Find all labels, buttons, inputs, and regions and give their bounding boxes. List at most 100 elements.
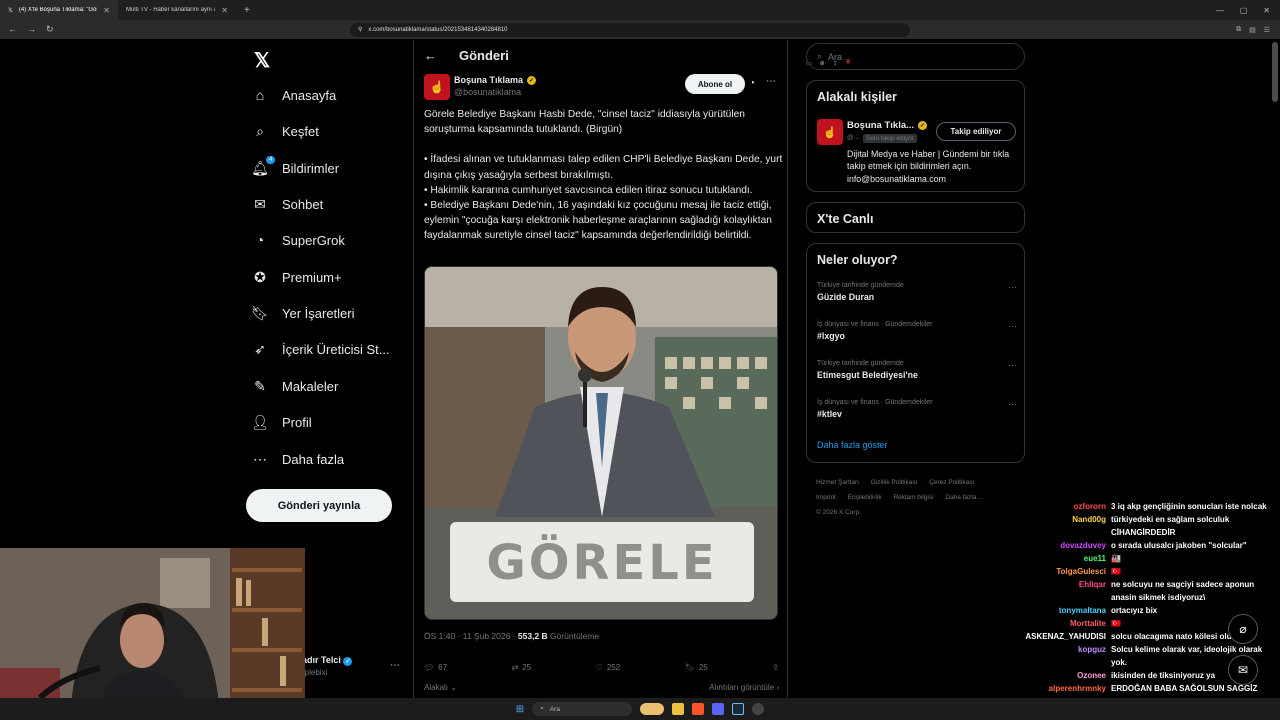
live-card[interactable]: X'te Canlı — [806, 202, 1025, 233]
tab-title: (4) X'te Boşuna Tıklama: "Görele — [18, 7, 97, 13]
chat-username: Nand00g — [1072, 515, 1106, 524]
browser-nav-bar: ← → ↻ ⚲ x.com/bosunatiklama/status/20215… — [0, 20, 1280, 67]
view-count: 553,2 B — [517, 631, 548, 641]
trend-more-icon[interactable]: ⋯ — [1008, 282, 1017, 293]
messages-floating-icon[interactable]: ✉ — [1228, 655, 1258, 685]
chat-text: ortacıyız bix — [1111, 606, 1158, 615]
footer-link[interactable]: Çerez Politikası — [929, 479, 974, 486]
chat-message: Nand00g türkiyedeki en sağlam solculuk Cİ… — [1008, 513, 1278, 539]
trend-more-icon[interactable]: ⋯ — [1008, 321, 1017, 332]
trend-item[interactable]: Türkiye tarihinde gündemde Güzide Duran … — [817, 282, 1017, 302]
podium-sign-text: GÖRELE — [486, 534, 717, 591]
footer-link[interactable]: Erişilebilirlik — [848, 494, 882, 501]
trend-more-icon[interactable]: ⋯ — [1008, 360, 1017, 371]
taskbar-search[interactable]: ⌕ Ara — [532, 702, 633, 716]
subscribe-button[interactable]: Abone ol — [685, 74, 745, 94]
menu-icon[interactable]: ☰ — [1264, 26, 1270, 34]
sidebar-item-mail[interactable]: ✉ Sohbet — [252, 196, 323, 212]
view-quotes-link[interactable]: Alıntıları görüntüle › — [709, 683, 779, 692]
back-icon[interactable]: ← — [8, 24, 17, 35]
follows-you-tag: Seni takip ediyor — [863, 134, 918, 143]
avatar[interactable]: ☝ — [424, 74, 450, 100]
sidebar-item-more[interactable]: ⋯ Daha fazla — [252, 451, 344, 467]
account-more-icon[interactable]: ⋯ — [390, 660, 400, 671]
maximize-icon[interactable]: ▢ — [1240, 6, 1248, 15]
show-more-link[interactable]: Daha fazla göster — [817, 440, 888, 450]
steam-icon[interactable] — [732, 703, 745, 715]
chat-text: ERDOĞAN BABA SAĞOLSUN SAĞGİZ — [1111, 684, 1258, 693]
sidebar-item-bell[interactable]: 🔔︎ 4 Bildirimler — [251, 156, 339, 176]
bookmark-button[interactable]: 🔖︎ 25 — [685, 663, 708, 672]
avatar[interactable]: ☝ — [817, 119, 843, 145]
obs-icon[interactable] — [752, 703, 765, 715]
browser-tab[interactable]: Multi TV - Haber kanallarını aynı anda ✕ — [118, 0, 236, 20]
footer-link[interactable]: Daha fazla ... — [945, 494, 983, 501]
minimize-icon[interactable]: — — [1216, 6, 1224, 15]
file-explorer-icon[interactable] — [672, 703, 685, 715]
related-name[interactable]: Boşuna Tıkla... ✓ — [847, 120, 928, 131]
sidebar-item-bookmark[interactable]: 🔖︎ Yer İşaretleri — [251, 305, 354, 321]
chat-username: Ehliqar — [1078, 580, 1106, 589]
main-column: ← Gönderi ☝ Boşuna Tıklama ✓ @bosunatikla… — [413, 40, 788, 720]
chat-text: 🏭 — [1111, 554, 1121, 563]
sidebar-item-home[interactable]: ⌂ Anasayfa — [252, 87, 336, 103]
search-input[interactable]: ⌕ Ara — [806, 43, 1025, 70]
tweet-time[interactable]: ÖS 1:40 · 11 Şub 2026 · — [424, 631, 518, 641]
extensions-icon[interactable]: ⧉ — [1236, 26, 1241, 34]
more-options-icon[interactable]: ⋯ — [766, 76, 776, 87]
page-scrollbar[interactable] — [1272, 42, 1278, 102]
x-logo-icon[interactable]: 𝕏 — [254, 48, 270, 73]
like-button[interactable]: ♡ 252 — [596, 663, 621, 672]
reply-button[interactable]: 💬︎ 67 — [424, 663, 447, 672]
sidebar-item-profile[interactable]: 👤︎ Profil — [251, 414, 312, 430]
windows-start-icon[interactable]: ⊞ — [516, 704, 524, 715]
footer-link[interactable]: Reklam bilgisi — [893, 494, 933, 501]
back-arrow-icon[interactable]: ← — [424, 48, 437, 63]
sidebar-item-article[interactable]: ✎ Makaleler — [252, 378, 338, 394]
trend-item[interactable]: İş dünyası ve finans · Gündemdekiler #lx… — [817, 321, 1017, 341]
brave-browser-icon[interactable] — [692, 703, 705, 715]
browser-tab-active[interactable]: 𝕏 (4) X'te Boşuna Tıklama: "Görele ✕ — [0, 0, 118, 20]
weather-widget-icon[interactable] — [640, 703, 665, 715]
chat-message: TolgaGulesci 🇹🇷 — [1008, 565, 1278, 578]
tab-close-icon[interactable]: ✕ — [221, 6, 228, 15]
post-button[interactable]: Gönderi yayınla — [246, 489, 392, 522]
trend-more-icon[interactable]: ⋯ — [1008, 399, 1017, 410]
sidebar-item-premium[interactable]: ✪ Premium+ — [252, 269, 341, 285]
address-bar[interactable]: ⚲ x.com/bosunatiklama/status/20215348143… — [350, 22, 910, 67]
trend-item[interactable]: Türkiye tarihinde gündemde Etimesgut Bel… — [817, 360, 1017, 380]
sidebar-item-search[interactable]: ⌕ Keşfet — [252, 123, 319, 139]
retweet-button[interactable]: ⇄ 25 — [512, 663, 532, 672]
share-button[interactable]: ⇪ — [772, 663, 779, 672]
chat-username: ASKENAZ_YAHUDISI — [1025, 632, 1106, 641]
trend-item[interactable]: İş dünyası ve finans · Gündemdekiler #kt… — [817, 399, 1017, 419]
chat-username: kopguz — [1078, 645, 1106, 654]
grok-icon[interactable]: ◔ — [749, 78, 755, 89]
tweet-paragraph: • Hakimlik kararına cumhuriyet savcısınc… — [424, 184, 753, 196]
author-name[interactable]: Boşuna Tıklama ✓ — [454, 75, 537, 85]
sidebar-item-rocket[interactable]: ➶ İçerik Üreticisi St... — [252, 341, 390, 357]
following-button[interactable]: Takip ediliyor — [936, 122, 1016, 141]
reload-icon[interactable]: ↻ — [46, 24, 54, 35]
forward-icon[interactable]: → — [27, 24, 36, 35]
account-switcher[interactable]: adır Telci ✓ rplebixi — [302, 655, 353, 677]
sort-replies-dropdown[interactable]: Alakalı ⌄ — [424, 683, 457, 692]
footer-link[interactable]: Gizlilik Politikası — [871, 479, 918, 486]
author-handle[interactable]: @bosunatiklama — [454, 87, 521, 97]
discord-icon[interactable] — [712, 703, 725, 715]
grok-floating-icon[interactable]: ⌀ — [1228, 614, 1258, 644]
tab-close-icon[interactable]: ✕ — [103, 6, 110, 15]
sidebar-toggle-icon[interactable]: ▤ — [1249, 26, 1256, 34]
chat-text: solcu olacagıma nato kölesi olurum — [1111, 632, 1247, 641]
footer-link[interactable]: Hizmet Şartları — [816, 479, 859, 486]
sidebar-item-label: SuperGrok — [282, 232, 345, 248]
sidebar-item-grok[interactable]: ◔ SuperGrok — [252, 232, 345, 248]
page-header: ← Gönderi — [424, 48, 509, 63]
chat-username: Morttalite — [1070, 619, 1106, 628]
site-info-icon[interactable]: ⚲ — [358, 26, 362, 33]
new-tab-button[interactable]: + — [236, 5, 258, 16]
chat-username: TolgaGulesci — [1056, 567, 1106, 576]
footer-link[interactable]: Imprint — [816, 494, 836, 501]
close-window-icon[interactable]: ✕ — [1263, 6, 1270, 15]
tweet-photo[interactable]: GÖRELE — [424, 266, 778, 620]
